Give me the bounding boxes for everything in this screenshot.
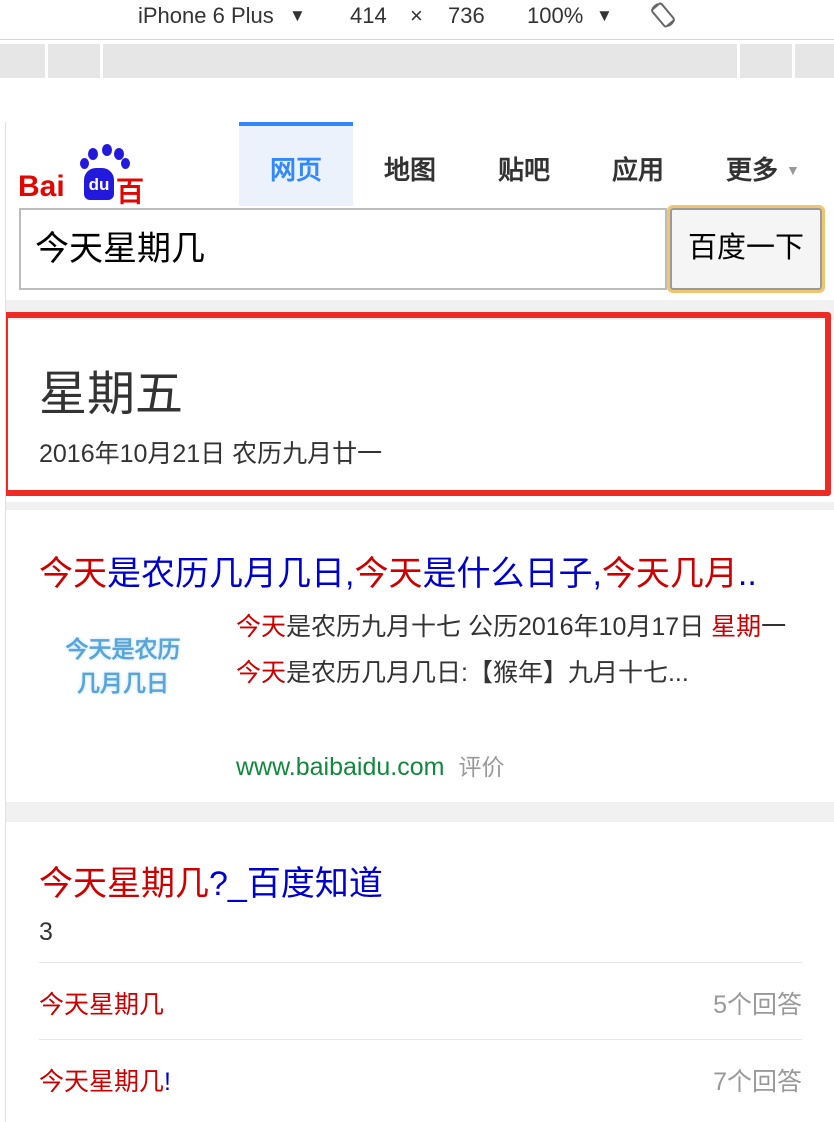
zoom-dropdown-caret-icon[interactable]: ▼ <box>596 6 613 26</box>
media-query-ruler[interactable] <box>0 44 834 78</box>
logo-text-bai: Bai <box>18 170 65 203</box>
rate-link[interactable]: 评价 <box>458 754 504 780</box>
result-abstract: 今天是农历九月十七 公历2016年10月17日 星期一 今天是农历几月几日:【猴… <box>236 604 802 696</box>
thumbnail-text: 今天是农历 <box>65 636 181 662</box>
result-title-link[interactable]: 今天是农历几月几日,今天是什么日子,今天几月.. <box>39 546 757 595</box>
zhidao-title-link[interactable]: 今天星期几?_百度知道 <box>39 856 383 905</box>
title-segment: 今天几月 <box>601 555 738 593</box>
tab-more-label: 更多 <box>726 155 779 185</box>
question-link[interactable]: 今天星期几 <box>39 985 164 1021</box>
height-field[interactable]: 736 <box>448 3 485 29</box>
device-select[interactable]: iPhone 6 Plus <box>138 3 274 29</box>
tab-map[interactable]: 地图 <box>353 122 467 206</box>
question-text: ! <box>164 1068 171 1096</box>
search-input[interactable]: 今天星期几 <box>19 208 667 290</box>
width-field[interactable]: 414 <box>350 3 387 29</box>
question-link[interactable]: 今天星期几! <box>39 1062 171 1098</box>
baidu-logo[interactable]: Bai du 百度 <box>18 142 168 247</box>
device-dropdown-caret-icon[interactable]: ▼ <box>289 6 306 26</box>
result-thumbnail[interactable]: 今天是农历 几月几日 <box>39 622 207 718</box>
question-text: 今天星期几 <box>39 1068 165 1096</box>
tab-web[interactable]: 网页 <box>239 122 353 206</box>
question-answer-count: 7个回答 <box>713 1068 802 1096</box>
page-viewport: Bai du 百度 网页 地图 贴吧 应用 更多▼ 今天星期几 百度一下 星期五… <box>5 122 834 1122</box>
title-segment: 是什么日子, <box>422 555 602 593</box>
logo-text-du: du <box>84 168 114 200</box>
title-segment: 今天 <box>39 555 107 593</box>
zhidao-result-card: 今天星期几?_百度知道 3 今天星期几 5个回答 今天星期几! 7个回答 <box>6 822 834 1122</box>
result-url: www.baibaidu.com 评价 <box>236 748 504 782</box>
annotation-highlight-box <box>6 312 831 496</box>
title-segment: ?_百度知道 <box>209 865 383 903</box>
abstract-segment: 今天 <box>236 613 287 641</box>
title-segment: .. <box>737 555 757 593</box>
abstract-segment: 是农历几月几日:【猴年】九月十七... <box>286 659 689 687</box>
question-answer-count: 5个回答 <box>713 991 802 1019</box>
tab-tieba[interactable]: 贴吧 <box>467 122 581 206</box>
result-url-text[interactable]: www.baibaidu.com <box>236 753 444 781</box>
question-text: 今天星期几 <box>39 991 165 1019</box>
search-button[interactable]: 百度一下 <box>667 205 825 293</box>
title-segment: 今天星期几 <box>39 865 209 903</box>
title-segment: 今天 <box>354 555 423 593</box>
times-sign: × <box>410 3 423 28</box>
tab-apps[interactable]: 应用 <box>581 122 695 206</box>
rotate-icon[interactable] <box>648 0 678 36</box>
tab-more[interactable]: 更多 ▼ <box>726 122 800 206</box>
answer-count: 3 <box>39 918 53 946</box>
result-card: 今天是农历几月几日,今天是什么日子,今天几月.. 今天是农历 几月几日 今天是农… <box>6 510 834 802</box>
device-toolbar: iPhone 6 Plus ▼ 414 × 736 100% ▼ <box>0 0 834 40</box>
abstract-segment: 今天 <box>236 659 287 687</box>
question-row[interactable]: 今天星期几! 7个回答 <box>39 1039 802 1115</box>
question-row[interactable]: 今天星期几 5个回答 <box>39 962 802 1038</box>
abstract-segment: 是农历九月十七 公历2016年10月17日 <box>286 613 712 641</box>
header: Bai du 百度 网页 地图 贴吧 应用 更多 ▼ 今天星期几 百度一下 <box>6 122 834 300</box>
thumbnail-text: 几月几日 <box>77 670 169 696</box>
abstract-segment: 一 <box>761 613 787 641</box>
title-segment: 是农历几月几日, <box>107 555 355 593</box>
chevron-down-icon: ▼ <box>786 162 800 178</box>
zoom-select[interactable]: 100% <box>527 3 583 29</box>
abstract-segment: 星期 <box>711 613 762 641</box>
